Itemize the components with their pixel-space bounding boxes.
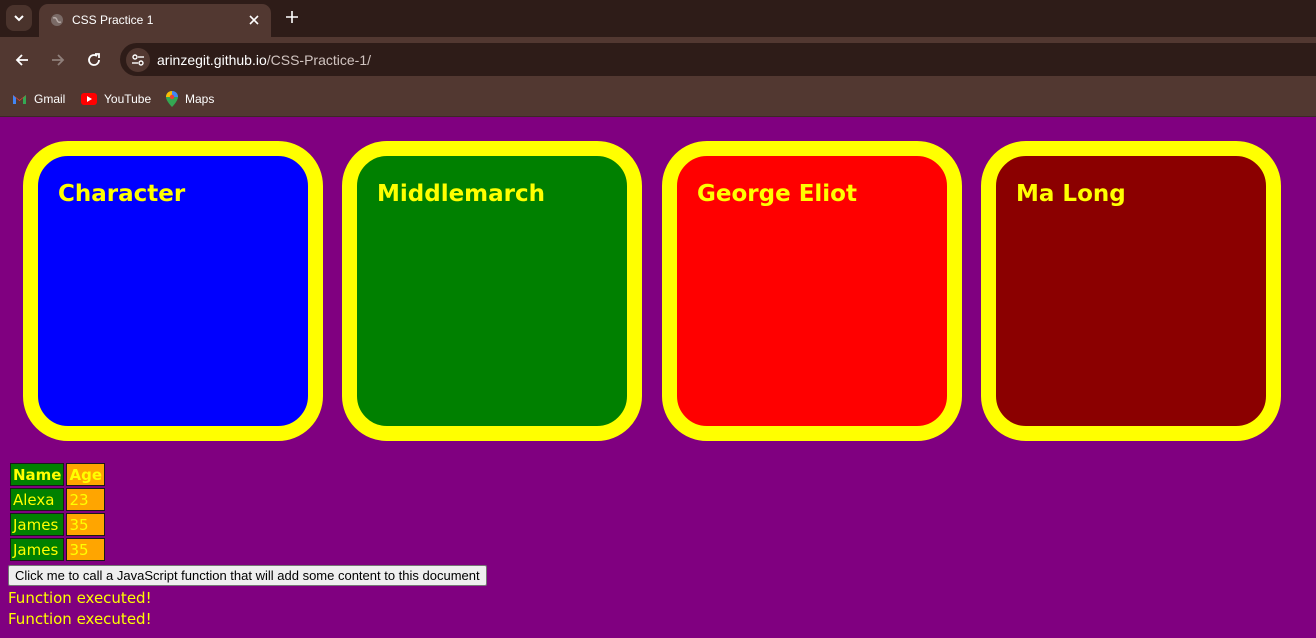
- forward-button[interactable]: [46, 48, 70, 72]
- cell-age: 35: [66, 538, 106, 561]
- card-title: Character: [58, 181, 186, 207]
- card-ma-long: Ma Long: [981, 141, 1281, 441]
- card-title: Ma Long: [1016, 181, 1126, 207]
- card-title: George Eliot: [697, 181, 857, 207]
- back-button[interactable]: [10, 48, 34, 72]
- tab-strip: CSS Practice 1: [0, 0, 1316, 37]
- bookmark-youtube[interactable]: YouTube: [81, 90, 151, 108]
- url-text: arinzegit.github.io/CSS-Practice-1/: [157, 52, 371, 68]
- card-george-eliot: George Eliot: [662, 141, 962, 441]
- tab-search-button[interactable]: [6, 5, 32, 31]
- header-name: Name: [10, 463, 65, 486]
- tune-icon: [132, 54, 144, 66]
- youtube-icon: [81, 93, 97, 105]
- cell-age: 23: [66, 488, 106, 511]
- cell-name: Alexa: [10, 488, 65, 511]
- reload-button[interactable]: [82, 48, 106, 72]
- card-character: Character: [23, 141, 323, 441]
- gmail-icon: [13, 95, 26, 104]
- browser-tab[interactable]: CSS Practice 1: [39, 4, 271, 37]
- bookmark-label: Gmail: [34, 92, 66, 106]
- table-row: James 35: [10, 538, 106, 561]
- bookmark-gmail[interactable]: Gmail: [12, 90, 65, 108]
- chevron-down-icon: [14, 15, 24, 22]
- bookmark-maps[interactable]: Maps: [166, 90, 214, 108]
- arrow-left-icon: [15, 54, 28, 66]
- tab-title: CSS Practice 1: [72, 13, 154, 27]
- reload-icon: [88, 53, 100, 66]
- table-header-row: Name Age: [10, 463, 106, 486]
- output-line: Function executed!: [8, 610, 152, 628]
- table-row: Alexa 23: [10, 488, 106, 511]
- browser-toolbar: arinzegit.github.io/CSS-Practice-1/: [0, 37, 1316, 82]
- new-tab-button[interactable]: [281, 6, 303, 28]
- site-info-button[interactable]: [126, 48, 150, 72]
- globe-icon: [51, 14, 63, 26]
- people-table: Name Age Alexa 23 James 35 James 35: [8, 461, 107, 563]
- card-middlemarch: Middlemarch: [342, 141, 642, 441]
- call-function-button[interactable]: Click me to call a JavaScript function t…: [8, 565, 487, 586]
- card-title: Middlemarch: [377, 181, 546, 207]
- url-host: arinzegit.github.io: [157, 52, 267, 68]
- bookmark-label: Maps: [185, 92, 215, 106]
- bookmarks-bar: Gmail YouTube Maps: [0, 82, 1316, 117]
- cell-age: 35: [66, 513, 106, 536]
- address-bar[interactable]: arinzegit.github.io/CSS-Practice-1/: [120, 43, 1316, 76]
- maps-icon: [166, 91, 178, 107]
- plus-icon: [286, 11, 298, 23]
- cell-name: James: [10, 513, 65, 536]
- cell-name: James: [10, 538, 65, 561]
- tab-close-button[interactable]: [246, 12, 262, 28]
- url-path: /CSS-Practice-1/: [266, 52, 371, 68]
- close-icon: [249, 15, 259, 25]
- bookmark-label: YouTube: [104, 92, 152, 106]
- header-age: Age: [66, 463, 106, 486]
- table-row: James 35: [10, 513, 106, 536]
- output-line: Function executed!: [8, 589, 152, 607]
- arrow-right-icon: [52, 54, 65, 66]
